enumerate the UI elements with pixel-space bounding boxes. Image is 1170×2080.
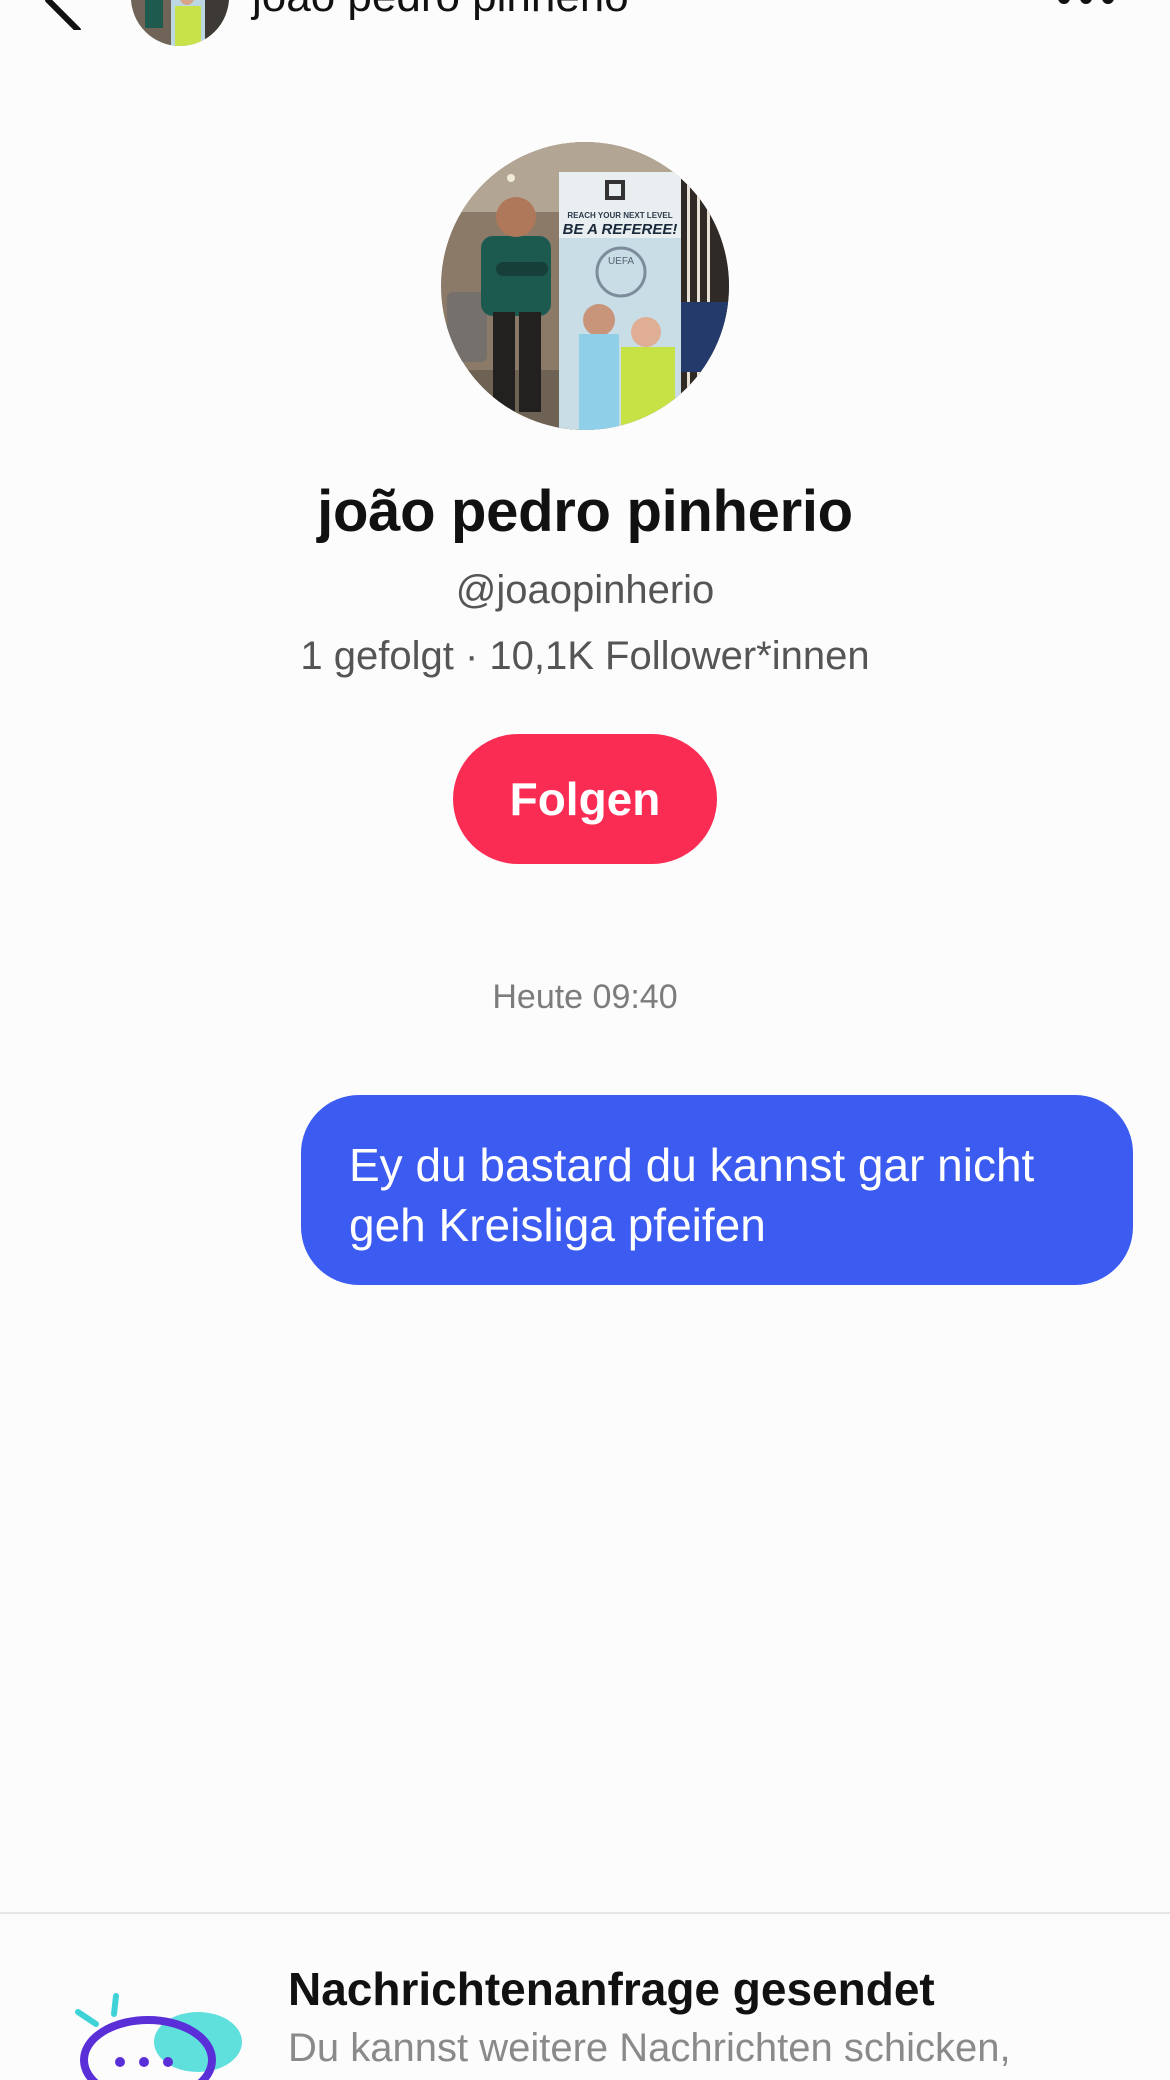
profile-username: @joaopinherio [455, 568, 715, 612]
profile-display-name: joão pedro pinherio [317, 479, 853, 544]
request-banner-text: Du kannst weitere Nachrichten schicken, [288, 2026, 1011, 2070]
banner-divider [0, 1912, 1170, 1914]
more-horizontal-icon[interactable] [1056, 0, 1116, 10]
message-timestamp: Heute 09:40 [492, 978, 678, 1016]
request-banner-title: Nachrichtenanfrage gesendet [288, 1963, 935, 2015]
chat-bubbles-icon [75, 1993, 242, 2080]
chevron-left-icon[interactable] [40, 0, 90, 30]
chat-screen: joão pedro pinherio [0, 0, 1170, 2080]
chat-header: joão pedro pinherio [0, 0, 1170, 60]
poster-text-2: BE A REFEREE! [563, 221, 678, 238]
poster-text-1: REACH YOUR NEXT LEVEL [567, 211, 672, 220]
message-text: Ey du bastard du kannst gar nicht geh Kr… [349, 1139, 1035, 1251]
outgoing-message-bubble[interactable]: Ey du bastard du kannst gar nicht geh Kr… [301, 1095, 1133, 1285]
poster-logo: UEFA [608, 256, 634, 267]
header-avatar[interactable] [131, 0, 229, 46]
header-name[interactable]: joão pedro pinherio [252, 0, 629, 22]
profile-avatar[interactable]: REACH YOUR NEXT LEVEL BE A REFEREE! UEFA [441, 142, 729, 430]
profile-stats: 1 gefolgt · 10,1K Follower*innen [300, 634, 870, 678]
follow-button[interactable]: Folgen [453, 734, 717, 864]
